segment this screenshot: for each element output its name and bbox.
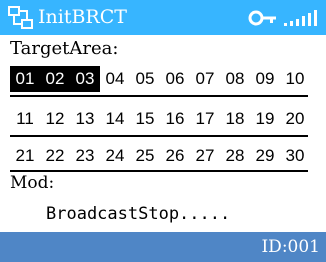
- area-number-15[interactable]: 15: [130, 106, 160, 132]
- area-number-13[interactable]: 13: [70, 106, 100, 132]
- device-id: ID:001: [261, 237, 320, 257]
- area-number-03[interactable]: 03: [70, 66, 100, 92]
- area-number-07[interactable]: 07: [190, 66, 220, 92]
- area-number-18[interactable]: 18: [220, 106, 250, 132]
- key-icon: [248, 10, 276, 26]
- area-number-30[interactable]: 30: [280, 143, 310, 169]
- area-number-28[interactable]: 28: [220, 143, 250, 169]
- row-divider: [10, 95, 308, 97]
- area-number-25[interactable]: 25: [130, 143, 160, 169]
- signal-strength-icon: [284, 10, 317, 26]
- status-text: BroadcastStop.....: [46, 204, 231, 224]
- row-divider: [10, 135, 308, 137]
- mod-label: Mod:: [10, 173, 55, 193]
- area-number-27[interactable]: 27: [190, 143, 220, 169]
- area-number-16[interactable]: 16: [160, 106, 190, 132]
- area-number-17[interactable]: 17: [190, 106, 220, 132]
- area-number-23[interactable]: 23: [70, 143, 100, 169]
- area-number-12[interactable]: 12: [40, 106, 70, 132]
- area-number-09[interactable]: 09: [250, 66, 280, 92]
- area-number-20[interactable]: 20: [280, 106, 310, 132]
- area-number-06[interactable]: 06: [160, 66, 190, 92]
- bottom-bar: ID:001: [0, 232, 326, 262]
- area-number-04[interactable]: 04: [100, 66, 130, 92]
- network-icon: [8, 6, 33, 29]
- row-divider: [10, 170, 308, 172]
- title-bar: InitBRCT: [0, 0, 326, 35]
- app-title: InitBRCT: [38, 6, 127, 28]
- area-number-26[interactable]: 26: [160, 143, 190, 169]
- target-area-label: TargetArea:: [10, 38, 119, 59]
- target-area-row-2: 11 12 13 14 15 16 17 18 19 20: [10, 106, 310, 134]
- area-number-02[interactable]: 02: [40, 66, 70, 92]
- area-number-11[interactable]: 11: [10, 106, 40, 132]
- target-area-row-1: 01 02 03 04 05 06 07 08 09 10: [10, 66, 310, 94]
- target-area-row-3: 21 22 23 24 25 26 27 28 29 30: [10, 143, 310, 171]
- area-number-19[interactable]: 19: [250, 106, 280, 132]
- area-number-24[interactable]: 24: [100, 143, 130, 169]
- area-number-22[interactable]: 22: [40, 143, 70, 169]
- area-number-21[interactable]: 21: [10, 143, 40, 169]
- area-number-29[interactable]: 29: [250, 143, 280, 169]
- area-number-05[interactable]: 05: [130, 66, 160, 92]
- area-number-01[interactable]: 01: [10, 66, 40, 92]
- area-number-10[interactable]: 10: [280, 66, 310, 92]
- area-number-08[interactable]: 08: [220, 66, 250, 92]
- area-number-14[interactable]: 14: [100, 106, 130, 132]
